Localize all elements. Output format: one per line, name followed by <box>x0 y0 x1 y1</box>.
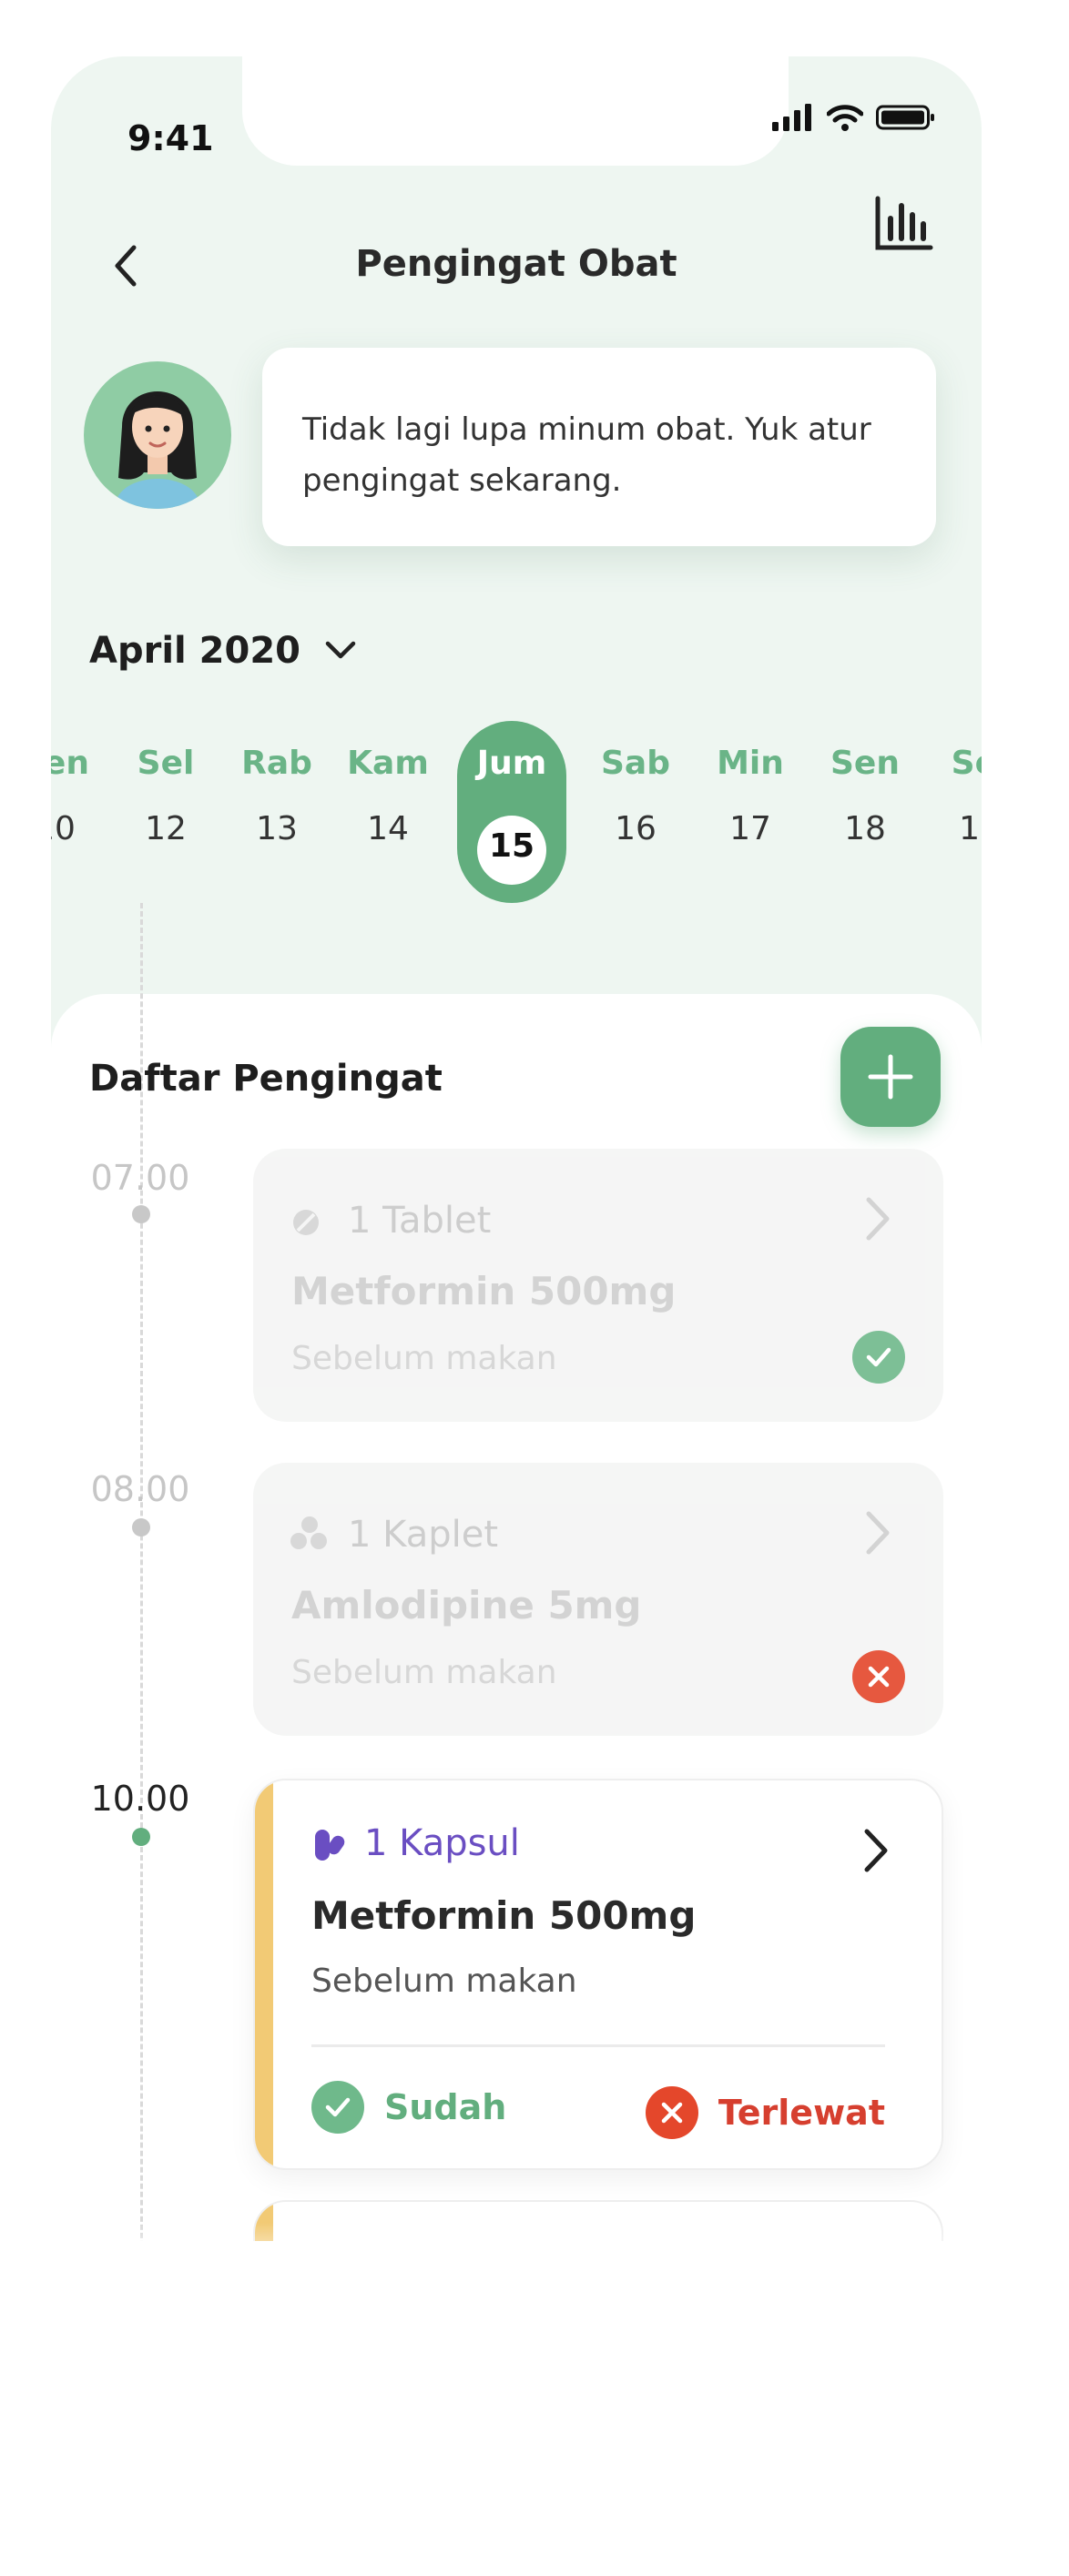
day-item[interactable]: Sab 16 <box>581 721 690 912</box>
card-divider <box>311 2044 885 2047</box>
day-date: 16 <box>615 810 657 847</box>
list-fade <box>51 2223 982 2241</box>
day-item[interactable]: Sen 10 <box>51 721 109 912</box>
day-item[interactable]: Sel 19 <box>925 721 982 912</box>
month-selector[interactable]: April 2020 <box>89 630 357 672</box>
banner-message: Tidak lagi lupa minum obat. Yuk atur pen… <box>302 411 871 499</box>
day-date: 17 <box>729 810 771 847</box>
battery-icon <box>876 105 934 130</box>
status-time: 9:41 <box>127 118 214 158</box>
day-date: 18 <box>844 810 886 847</box>
reminder-dose: 1 Tablet <box>348 1200 492 1242</box>
chevron-right-icon <box>866 1511 890 1555</box>
reminder-card[interactable]: 1 Kaplet Amlodipine 5mg Sebelum makan <box>253 1463 943 1736</box>
page-title: Pengingat Obat <box>355 243 677 285</box>
timeline-dot <box>132 1828 150 1846</box>
day-name: Sel <box>951 745 982 782</box>
day-item[interactable]: Kam 14 <box>333 721 443 912</box>
day-date: 19 <box>959 810 982 847</box>
reminder-medicine: Metformin 500mg <box>311 1893 697 1938</box>
reminder-time: 08.00 <box>90 1469 190 1509</box>
statistics-button[interactable] <box>872 193 936 257</box>
mark-missed-button[interactable]: Terlewat <box>645 2086 885 2139</box>
day-date: 10 <box>51 810 76 847</box>
day-name: Sen <box>830 745 900 782</box>
timeline-dot <box>132 1205 150 1223</box>
add-reminder-button[interactable] <box>840 1027 941 1127</box>
reminder-medicine: Metformin 500mg <box>291 1269 677 1313</box>
reminder-card-active[interactable]: 1 Kapsul Metformin 500mg Sebelum makan S… <box>253 1779 943 2170</box>
phone-screen: 9:41 Pengingat Obat Tidak lagi lupa minu… <box>51 56 982 2241</box>
missed-status <box>852 1650 905 1703</box>
day-name: Sel <box>137 745 195 782</box>
close-icon <box>868 1666 890 1688</box>
tablet-icon <box>293 1210 319 1235</box>
check-circle-icon <box>311 2081 364 2134</box>
day-name: Sab <box>601 745 670 782</box>
avatar <box>84 361 231 509</box>
month-label: April 2020 <box>89 630 300 672</box>
card-accent-bar <box>255 1780 273 2168</box>
day-date: 14 <box>367 810 409 847</box>
plus-icon <box>868 1054 913 1100</box>
taken-status <box>852 1331 905 1384</box>
timeline-line <box>140 903 143 2241</box>
day-item[interactable]: Rab 13 <box>222 721 331 912</box>
day-name: Kam <box>347 745 429 782</box>
reminder-time: 07.00 <box>90 1158 190 1198</box>
chevron-right-icon <box>864 1829 888 1872</box>
reminder-banner: Tidak lagi lupa minum obat. Yuk atur pen… <box>262 348 936 546</box>
reminder-card[interactable]: 1 Tablet Metformin 500mg Sebelum makan <box>253 1149 943 1422</box>
day-item-selected[interactable]: Jum 15 <box>457 721 566 912</box>
timeline-dot <box>132 1518 150 1536</box>
signal-icon <box>772 104 811 131</box>
woman-avatar-icon <box>115 391 200 509</box>
day-date: 13 <box>256 810 298 847</box>
day-item[interactable]: Min 17 <box>696 721 805 912</box>
day-date: 12 <box>145 810 187 847</box>
list-title: Daftar Pengingat <box>89 1058 443 1100</box>
reminder-note: Sebelum makan <box>291 1654 557 1691</box>
check-icon <box>866 1347 891 1367</box>
header-area <box>51 56 982 1085</box>
day-item[interactable]: Sel 12 <box>111 721 220 912</box>
chevron-right-icon <box>866 1197 890 1241</box>
day-name: Min <box>717 745 784 782</box>
day-item[interactable]: Sen 18 <box>810 721 920 912</box>
mark-done-label: Sudah <box>384 2087 507 2127</box>
reminder-medicine: Amlodipine 5mg <box>291 1583 642 1628</box>
reminder-time: 10.00 <box>90 1779 190 1819</box>
caplet-icon <box>290 1516 327 1549</box>
chevron-down-icon <box>325 641 356 659</box>
reminder-note: Sebelum makan <box>291 1340 557 1377</box>
close-circle-icon <box>645 2086 698 2139</box>
status-icons <box>772 104 936 131</box>
day-date: 15 <box>488 827 535 865</box>
mark-missed-label: Terlewat <box>718 2093 885 2133</box>
reminder-note: Sebelum makan <box>311 1962 577 2000</box>
capsule-icon <box>315 1830 345 1861</box>
reminder-dose: 1 Kapsul <box>364 1822 520 1864</box>
day-name: Jum <box>476 745 547 782</box>
phone-notch <box>242 56 789 166</box>
mark-done-button[interactable]: Sudah <box>311 2081 506 2134</box>
reminder-dose: 1 Kaplet <box>348 1514 498 1556</box>
day-name: Rab <box>241 745 312 782</box>
week-strip: Sen 10 Sel 12 Rab 13 Kam 14 Jum 15 Sab 1… <box>51 721 982 912</box>
wifi-icon <box>827 105 863 131</box>
bar-chart-icon <box>875 196 933 250</box>
day-name: Sen <box>51 745 89 782</box>
